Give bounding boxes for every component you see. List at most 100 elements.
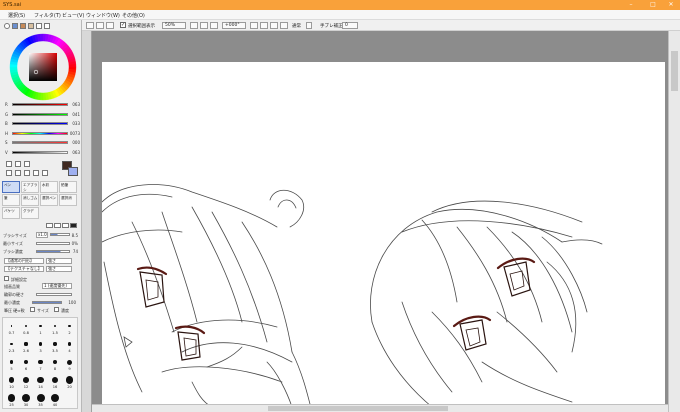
zoom-in-button[interactable] xyxy=(200,22,208,29)
rotate-right-button[interactable] xyxy=(260,22,268,29)
horizontal-scrollbar[interactable] xyxy=(92,404,668,412)
menu-view[interactable]: ビュー(V) xyxy=(62,12,84,19)
color-slider-h[interactable] xyxy=(12,131,68,135)
lasso-icon[interactable] xyxy=(15,161,21,167)
brush-size-multiplier[interactable]: x1.0 xyxy=(36,232,48,238)
brush-preset[interactable]: 12 xyxy=(20,374,33,391)
color-wheel-mode-icon[interactable] xyxy=(4,23,10,29)
minimize-icon[interactable]: – xyxy=(624,0,638,10)
pressure-size-checkbox[interactable] xyxy=(30,307,35,312)
brush-shape-1[interactable] xyxy=(46,223,53,228)
rgb-slider-mode-icon[interactable] xyxy=(12,23,18,29)
color-wheel[interactable] xyxy=(8,32,78,102)
brush-shape-3[interactable] xyxy=(62,223,69,228)
normal-toggle[interactable] xyxy=(306,22,312,29)
brush-tool-2-0[interactable]: バケツ xyxy=(2,207,20,219)
rotation-select[interactable]: +000° xyxy=(222,22,246,29)
zoom-select[interactable]: 50% xyxy=(162,22,186,29)
rotate-icon[interactable] xyxy=(24,170,30,176)
brush-preset[interactable]: 3.5 xyxy=(49,338,62,355)
color-slider-s[interactable] xyxy=(12,141,68,145)
brush-preset[interactable]: 3 xyxy=(34,338,47,355)
brush-preset[interactable]: 35 xyxy=(34,392,47,409)
brush-preset[interactable]: 9 xyxy=(63,356,76,373)
brush-preset[interactable]: 10 xyxy=(5,374,18,391)
color-slider-g[interactable] xyxy=(12,112,68,116)
rotate-reset-button[interactable] xyxy=(270,22,278,29)
stabilizer-select[interactable]: 0 xyxy=(342,22,358,29)
flip-button[interactable] xyxy=(280,22,288,29)
brush-tool-2-1[interactable]: グラデ xyxy=(21,207,39,219)
edge-hardness-slider[interactable] xyxy=(36,293,72,296)
normal-label[interactable]: 通常 xyxy=(292,23,301,29)
brush-density-slider[interactable] xyxy=(36,250,70,253)
scratchpad-icon[interactable] xyxy=(44,23,50,29)
tool-button-3[interactable] xyxy=(106,22,114,29)
brush-texture-select[interactable]: 【テクスチャなし】 xyxy=(4,266,44,272)
brush-preset[interactable]: 30 xyxy=(20,392,33,409)
swatch-icon[interactable] xyxy=(36,23,42,29)
brush-tool-0-3[interactable]: 鉛筆 xyxy=(59,181,77,193)
brush-preset[interactable]: 0.8 xyxy=(20,320,33,337)
brush-tool-1-2[interactable]: 選択ペン xyxy=(40,194,58,206)
move-icon[interactable] xyxy=(6,170,12,176)
brush-preset[interactable]: 8 xyxy=(49,356,62,373)
brush-shape-select[interactable]: 【通常の円形】 xyxy=(4,258,44,264)
brush-shape-2[interactable] xyxy=(54,223,61,228)
brush-preset[interactable]: 40 xyxy=(49,392,62,409)
color-slider-b[interactable] xyxy=(12,122,68,126)
brush-tool-0-1[interactable]: エアブラシ xyxy=(21,181,39,193)
zoom-reset-button[interactable] xyxy=(210,22,218,29)
zoom-out-button[interactable] xyxy=(190,22,198,29)
maximize-icon[interactable]: □ xyxy=(646,0,660,10)
rotate-left-button[interactable] xyxy=(250,22,258,29)
brush-preset[interactable]: 14 xyxy=(34,374,47,391)
brush-shape-4[interactable] xyxy=(70,223,77,228)
brush-preset[interactable]: 5 xyxy=(5,356,18,373)
eyedropper-icon[interactable] xyxy=(42,170,48,176)
vertical-scroll-thumb[interactable] xyxy=(671,51,678,91)
menu-select[interactable]: 選択(S) xyxy=(8,12,25,19)
brush-preset[interactable]: 20 xyxy=(63,374,76,391)
brush-preset[interactable]: 25 xyxy=(5,392,18,409)
brush-preset[interactable]: 6 xyxy=(20,356,33,373)
horizontal-scroll-thumb[interactable] xyxy=(268,406,448,411)
menu-other[interactable]: その他(O) xyxy=(122,12,145,19)
tool-button-2[interactable] xyxy=(96,22,104,29)
brush-preset[interactable]: 1 xyxy=(34,320,47,337)
menu-window[interactable]: ウィンドウ(W) xyxy=(86,12,120,19)
brush-preset[interactable]: 1.5 xyxy=(49,320,62,337)
drawing-canvas[interactable] xyxy=(101,62,665,412)
select-rect-icon[interactable] xyxy=(6,161,12,167)
hand-icon[interactable] xyxy=(33,170,39,176)
brush-preset[interactable]: 2.3 xyxy=(5,338,18,355)
brush-tool-0-2[interactable]: 水彩 xyxy=(40,181,58,193)
vertical-scrollbar[interactable] xyxy=(668,31,680,412)
hsv-slider-mode-icon[interactable] xyxy=(20,23,26,29)
brush-preset[interactable]: 16 xyxy=(49,374,62,391)
min-size-slider[interactable] xyxy=(36,242,70,245)
color-mixer-icon[interactable] xyxy=(28,23,34,29)
zoom-icon[interactable] xyxy=(15,170,21,176)
brush-preset[interactable]: 7 xyxy=(34,356,47,373)
brush-preset[interactable]: 4 xyxy=(63,338,76,355)
tool-button-1[interactable] xyxy=(86,22,94,29)
close-icon[interactable]: ✕ xyxy=(664,0,678,10)
min-density-slider[interactable] xyxy=(32,301,62,304)
pressure-density-checkbox[interactable] xyxy=(54,307,59,312)
brush-tool-1-0[interactable]: 筆 xyxy=(2,194,20,206)
brush-preset[interactable]: 2.6 xyxy=(20,338,33,355)
menu-filter[interactable]: フィルタ(T) xyxy=(34,12,61,19)
quality-select[interactable]: 1 (速度優先) xyxy=(42,283,72,289)
color-slider-v[interactable] xyxy=(12,151,68,154)
brush-shape-strength[interactable]: 強さ xyxy=(46,258,72,264)
secondary-color-swatch[interactable] xyxy=(68,167,78,176)
brush-tool-1-3[interactable]: 選択消 xyxy=(59,194,77,206)
brush-texture-strength[interactable]: 強さ xyxy=(46,266,72,272)
advanced-toggle-icon[interactable] xyxy=(4,276,9,281)
brush-tool-0-0[interactable]: ペン xyxy=(2,181,20,193)
magic-wand-icon[interactable] xyxy=(24,161,30,167)
color-slider-r[interactable] xyxy=(12,103,68,106)
brush-preset[interactable]: 0.7 xyxy=(5,320,18,337)
selection-display-checkbox[interactable]: ✓ xyxy=(120,22,126,28)
